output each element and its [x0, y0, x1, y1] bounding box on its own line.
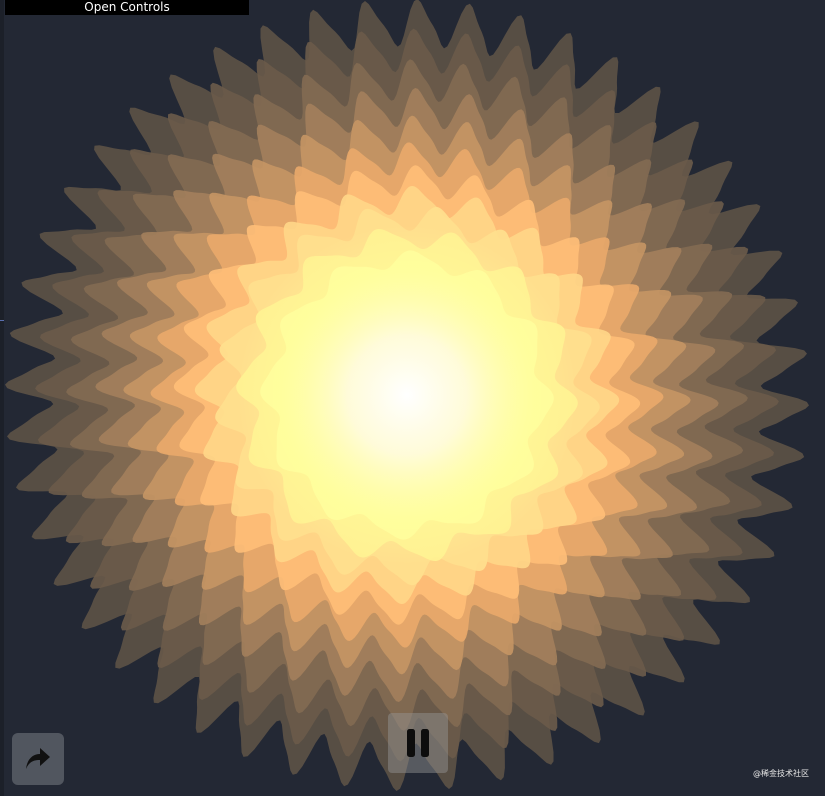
sun-core-glow	[237, 225, 577, 565]
watermark-text: @稀金技术社区	[753, 769, 809, 778]
open-controls-button[interactable]: Open Controls	[5, 0, 249, 15]
pause-icon	[407, 729, 429, 757]
share-arrow-icon	[26, 748, 50, 769]
share-button[interactable]	[12, 733, 64, 785]
animation-stage: Open Controls @稀金技术社区	[0, 0, 825, 796]
sun-visual	[5, 0, 809, 791]
pause-button[interactable]	[388, 713, 448, 773]
